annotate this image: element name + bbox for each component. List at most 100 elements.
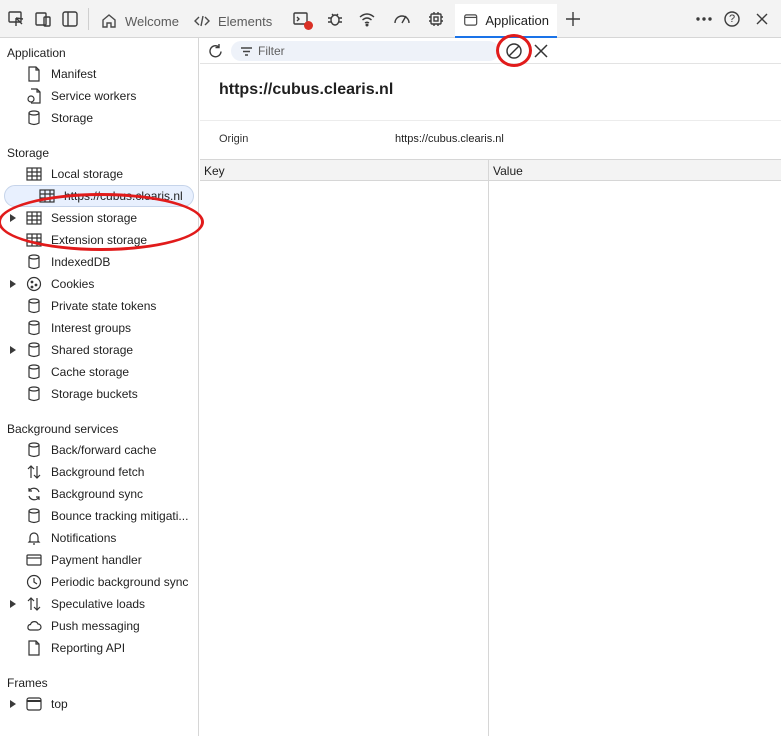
sidebar-item-origin-cubus[interactable]: https://cubus.clearis.nl xyxy=(4,185,194,207)
sidebar-item-cache-storage[interactable]: Cache storage xyxy=(0,361,198,383)
section-title-background-services: Background services xyxy=(7,422,119,436)
table-icon xyxy=(26,232,42,248)
more-options-icon[interactable] xyxy=(694,9,714,29)
sidebar-item-label: Notifications xyxy=(51,531,117,545)
sidebar-item-background-fetch[interactable]: Background fetch xyxy=(0,461,198,483)
sidebar-item-interest-groups[interactable]: Interest groups xyxy=(0,317,198,339)
sidebar-item-notifications[interactable]: Notifications xyxy=(0,527,198,549)
sidebar-item-label: Periodic background sync xyxy=(51,575,189,589)
sidebar-item-label: Reporting API xyxy=(51,641,126,655)
sidebar-item-service-workers[interactable]: Service workers xyxy=(0,85,198,107)
sidebar-item-back-forward-cache[interactable]: Back/forward cache xyxy=(0,439,198,461)
column-divider[interactable] xyxy=(488,160,489,736)
cloud-icon xyxy=(26,618,42,634)
updown-arrows-icon xyxy=(26,596,42,612)
expand-arrow-icon[interactable] xyxy=(10,280,16,288)
filter-box[interactable] xyxy=(231,41,499,61)
file-icon xyxy=(26,66,42,82)
sidebar-item-label: Bounce tracking mitigati... xyxy=(51,509,189,523)
sidebar-item-label: Session storage xyxy=(51,211,138,225)
sidebar-item-session-storage[interactable]: Session storage xyxy=(0,207,198,229)
memory-chip-icon[interactable] xyxy=(426,9,446,29)
add-tab-icon[interactable] xyxy=(563,9,583,29)
expand-arrow-icon[interactable] xyxy=(10,346,16,354)
sidebar-item-label: Push messaging xyxy=(51,619,140,633)
inspect-element-icon[interactable] xyxy=(6,9,26,29)
wifi-icon[interactable] xyxy=(357,9,377,29)
updown-arrows-icon xyxy=(26,464,42,480)
sidebar-item-local-storage[interactable]: Local storage xyxy=(0,163,198,185)
sidebar-item-bounce-tracking[interactable]: Bounce tracking mitigati... xyxy=(0,505,198,527)
tab-elements[interactable]: Elements xyxy=(185,4,280,38)
devtools-tabbar: Welcome Elements Application ? xyxy=(0,0,781,38)
sidebar-item-frame-top[interactable]: top xyxy=(0,693,198,715)
sidebar-item-background-sync[interactable]: Background sync xyxy=(0,483,198,505)
expand-arrow-icon[interactable] xyxy=(10,700,16,708)
sidebar-item-storage[interactable]: Storage xyxy=(0,107,198,129)
sidebar-item-label: Extension storage xyxy=(51,233,148,247)
sidebar-item-label: Private state tokens xyxy=(51,299,157,313)
tab-application[interactable]: Application xyxy=(455,4,557,38)
origin-heading: https://cubus.clearis.nl xyxy=(219,81,394,98)
column-header-value[interactable]: Value xyxy=(493,164,523,178)
sidebar-item-label: Cache storage xyxy=(51,365,130,379)
sidebar-toggle-icon[interactable] xyxy=(60,9,80,29)
sidebar-item-label: Storage xyxy=(51,111,94,125)
sidebar-item-label: Background sync xyxy=(51,487,144,501)
sidebar-item-label: Background fetch xyxy=(51,465,145,479)
database-icon xyxy=(26,320,42,336)
home-icon xyxy=(102,14,116,28)
gear-file-icon xyxy=(26,88,42,104)
console-icon[interactable] xyxy=(291,9,313,30)
sidebar-item-payment-handler[interactable]: Payment handler xyxy=(0,549,198,571)
sidebar-item-label: Service workers xyxy=(51,89,137,103)
sidebar-item-label: https://cubus.clearis.nl xyxy=(64,189,183,203)
sidebar-item-reporting-api[interactable]: Reporting API xyxy=(0,637,198,659)
error-badge xyxy=(304,21,313,30)
sidebar-item-storage-buckets[interactable]: Storage buckets xyxy=(0,383,198,405)
origin-row: Origin https://cubus.clearis.nl xyxy=(200,120,781,158)
tab-label: Elements xyxy=(218,13,273,29)
table-header: Key Value xyxy=(200,160,781,181)
expand-arrow-icon[interactable] xyxy=(10,214,16,222)
sidebar-item-extension-storage[interactable]: Extension storage xyxy=(0,229,198,251)
filter-input[interactable] xyxy=(258,42,493,60)
performance-icon[interactable] xyxy=(392,9,412,29)
clock-icon xyxy=(26,574,42,590)
delete-selected-button[interactable] xyxy=(531,41,551,61)
sidebar-item-manifest[interactable]: Manifest xyxy=(0,63,198,85)
expand-arrow-icon[interactable] xyxy=(10,600,16,608)
sidebar-item-label: Interest groups xyxy=(51,321,132,335)
sidebar-item-shared-storage[interactable]: Shared storage xyxy=(0,339,198,361)
table-icon xyxy=(26,166,42,182)
database-icon xyxy=(26,508,42,524)
sidebar-item-private-state-tokens[interactable]: Private state tokens xyxy=(0,295,198,317)
sidebar-item-indexeddb[interactable]: IndexedDB xyxy=(0,251,198,273)
origin-label: Origin xyxy=(219,133,249,145)
close-icon xyxy=(534,44,548,58)
clear-all-button[interactable] xyxy=(503,40,525,62)
sidebar-item-cookies[interactable]: Cookies xyxy=(0,273,198,295)
sync-icon xyxy=(26,486,42,502)
sidebar-item-label: Local storage xyxy=(51,167,124,181)
database-icon xyxy=(26,364,42,380)
sidebar-item-push-messaging[interactable]: Push messaging xyxy=(0,615,198,637)
table-icon xyxy=(26,210,42,226)
code-icon xyxy=(194,15,210,27)
database-icon xyxy=(26,110,42,126)
tab-welcome[interactable]: Welcome xyxy=(92,4,187,38)
database-icon xyxy=(26,298,42,314)
bug-icon[interactable] xyxy=(325,9,345,29)
sidebar-item-speculative-loads[interactable]: Speculative loads xyxy=(0,593,198,615)
device-toolbar-icon[interactable] xyxy=(33,9,53,29)
section-title-storage: Storage xyxy=(7,146,50,160)
sidebar-item-label: top xyxy=(51,697,68,711)
sidebar-item-periodic-sync[interactable]: Periodic background sync xyxy=(0,571,198,593)
window-icon xyxy=(464,14,478,26)
help-icon[interactable]: ? xyxy=(722,9,742,29)
key-value-table[interactable]: Key Value xyxy=(200,159,781,736)
column-header-key[interactable]: Key xyxy=(204,164,225,178)
refresh-button[interactable] xyxy=(205,41,225,61)
close-devtools-icon[interactable] xyxy=(752,9,772,29)
sidebar-item-label: Cookies xyxy=(51,277,95,291)
